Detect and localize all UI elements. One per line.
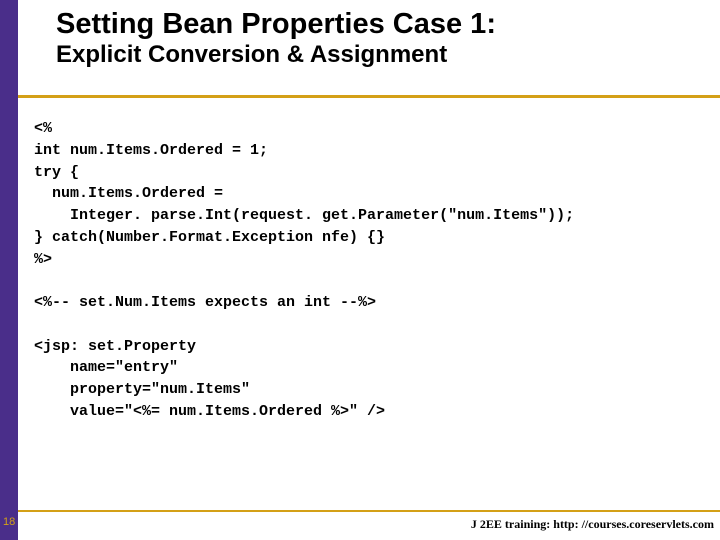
footer-divider <box>18 510 720 512</box>
slide-subtitle: Explicit Conversion & Assignment <box>56 41 700 70</box>
footer-text: J 2EE training: http: //courses.coreserv… <box>471 517 714 532</box>
page-number: 18 <box>3 516 15 528</box>
sidebar-accent <box>0 0 18 540</box>
slide-header: Setting Bean Properties Case 1: Explicit… <box>18 0 720 82</box>
slide-title: Setting Bean Properties Case 1: <box>56 8 700 41</box>
code-block: <% int num.Items.Ordered = 1; try { num.… <box>34 118 708 423</box>
header-divider <box>18 95 720 98</box>
